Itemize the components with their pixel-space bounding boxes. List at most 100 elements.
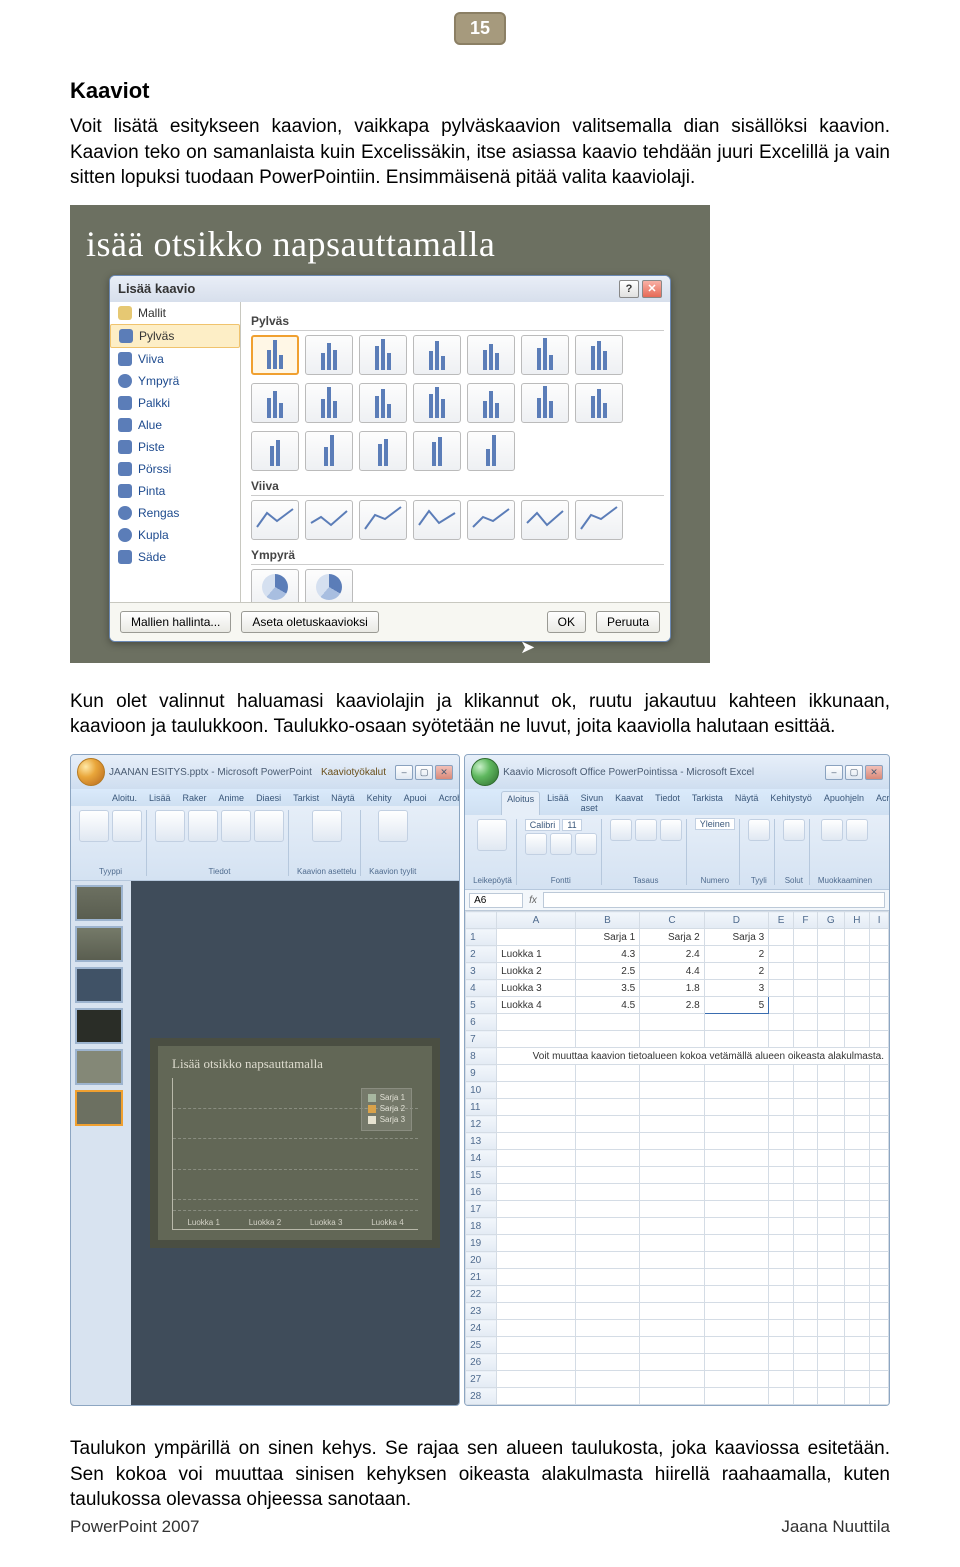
slide-editor[interactable]: Lisää otsikko napsauttamalla Sarja 1 Sar… xyxy=(131,881,459,1405)
close-icon[interactable]: ✕ xyxy=(642,280,662,298)
chart-subtype-thumb[interactable] xyxy=(467,335,515,375)
office-orb-icon[interactable] xyxy=(77,758,105,786)
chart-subtype-thumb[interactable] xyxy=(575,335,623,375)
close-icon[interactable]: ✕ xyxy=(865,765,883,780)
ribbon-tab[interactable]: Kaavat xyxy=(610,791,648,815)
ribbon-tab[interactable]: Aloitu. xyxy=(107,791,142,806)
italic-icon[interactable] xyxy=(550,833,572,855)
chart-subtype-thumb[interactable] xyxy=(305,500,353,540)
chart-subtype-thumb[interactable] xyxy=(251,569,299,602)
manage-templates-button[interactable]: Mallien hallinta... xyxy=(120,611,231,633)
chart-subtype-thumb[interactable] xyxy=(251,431,299,471)
set-default-chart-button[interactable]: Aseta oletuskaavioksi xyxy=(241,611,378,633)
quick-layout-icon[interactable] xyxy=(312,810,342,842)
chart-subtype-thumb[interactable] xyxy=(305,383,353,423)
office-orb-icon[interactable] xyxy=(471,758,499,786)
cancel-button[interactable]: Peruuta xyxy=(596,611,660,633)
formula-input[interactable] xyxy=(543,892,885,908)
ribbon-tab[interactable]: Aloitus xyxy=(501,791,540,815)
bold-icon[interactable] xyxy=(525,833,547,855)
embedded-bar-chart[interactable]: Sarja 1 Sarja 2 Sarja 3 Luokka 1 Luokka … xyxy=(172,1078,418,1230)
ribbon-tab[interactable]: Lisää xyxy=(144,791,176,806)
sidebar-item-scatter[interactable]: Piste xyxy=(110,436,240,458)
edit-data-icon[interactable] xyxy=(221,810,251,842)
select-data-icon[interactable] xyxy=(188,810,218,842)
slide-thumb[interactable] xyxy=(75,967,123,1003)
paste-icon[interactable] xyxy=(477,819,507,851)
slide-thumbnails-pane[interactable]: 1 2 3 4 5 6 xyxy=(71,881,131,1405)
ribbon-tab[interactable]: Tarkist xyxy=(288,791,324,806)
chart-subtype-thumb[interactable] xyxy=(359,335,407,375)
ribbon-tab[interactable]: Kehity xyxy=(362,791,397,806)
switch-rowcol-icon[interactable] xyxy=(155,810,185,842)
slide-thumb[interactable] xyxy=(75,926,123,962)
sidebar-item-radar[interactable]: Säde xyxy=(110,546,240,568)
name-box[interactable]: A6 xyxy=(469,893,523,908)
chart-subtype-thumb[interactable] xyxy=(413,335,461,375)
chart-subtype-thumb[interactable] xyxy=(413,383,461,423)
ribbon-tab[interactable]: Apuohjeln xyxy=(819,791,869,815)
align-center-icon[interactable] xyxy=(635,819,657,841)
ribbon-tab[interactable]: Acrob xyxy=(434,791,460,806)
sidebar-item-area[interactable]: Alue xyxy=(110,414,240,436)
number-format-combo[interactable]: Yleinen xyxy=(695,818,735,830)
ribbon-tab[interactable]: Näytä xyxy=(326,791,360,806)
sort-filter-icon[interactable] xyxy=(846,819,868,841)
worksheet-grid[interactable]: ABCDEFGHI 1 Sarja 1 Sarja 2 Sarja 3 2Luo… xyxy=(465,911,889,1405)
ribbon-tab[interactable]: Apuoi xyxy=(399,791,432,806)
maximize-icon[interactable]: ▢ xyxy=(845,765,863,780)
sidebar-item-surface[interactable]: Pinta xyxy=(110,480,240,502)
ok-button[interactable]: OK xyxy=(547,611,586,633)
chart-subtype-thumb[interactable] xyxy=(521,500,569,540)
align-right-icon[interactable] xyxy=(660,819,682,841)
insert-cells-icon[interactable] xyxy=(783,819,805,841)
chart-subtype-thumb[interactable] xyxy=(467,500,515,540)
slide-thumb[interactable] xyxy=(75,1049,123,1085)
ribbon-tab[interactable]: Kehitystyö xyxy=(765,791,817,815)
sidebar-item-bubble[interactable]: Kupla xyxy=(110,524,240,546)
chart-subtype-thumb[interactable] xyxy=(251,335,299,375)
slide-thumb[interactable] xyxy=(75,1008,123,1044)
ribbon-tab[interactable]: Raker xyxy=(178,791,212,806)
sidebar-item-doughnut[interactable]: Rengas xyxy=(110,502,240,524)
cell-styles-icon[interactable] xyxy=(748,819,770,841)
font-name-combo[interactable]: Calibri xyxy=(525,819,561,831)
chart-subtype-thumb[interactable] xyxy=(359,431,407,471)
refresh-data-icon[interactable] xyxy=(254,810,284,842)
close-icon[interactable]: ✕ xyxy=(435,765,453,780)
minimize-icon[interactable]: – xyxy=(825,765,843,780)
chart-subtype-thumb[interactable] xyxy=(413,500,461,540)
chart-subtype-thumb[interactable] xyxy=(521,383,569,423)
fx-icon[interactable]: fx xyxy=(529,895,537,906)
chart-subtype-thumb[interactable] xyxy=(467,383,515,423)
slide-title-text[interactable]: Lisää otsikko napsauttamalla xyxy=(172,1056,418,1072)
chart-subtype-thumb[interactable] xyxy=(467,431,515,471)
autosum-icon[interactable] xyxy=(821,819,843,841)
chart-subtype-thumb[interactable] xyxy=(251,500,299,540)
ribbon-tab[interactable]: Näytä xyxy=(730,791,764,815)
ribbon-tab[interactable]: Diaesi xyxy=(251,791,286,806)
maximize-icon[interactable]: ▢ xyxy=(415,765,433,780)
chart-subtype-thumb[interactable] xyxy=(305,569,353,602)
sidebar-item-pie[interactable]: Ympyrä xyxy=(110,370,240,392)
ribbon-tab[interactable]: Tarkista xyxy=(687,791,728,815)
chart-subtype-thumb[interactable] xyxy=(305,335,353,375)
quick-style-icon[interactable] xyxy=(378,810,408,842)
chart-subtype-thumb[interactable] xyxy=(359,500,407,540)
sidebar-item-column[interactable]: Pylväs xyxy=(110,324,240,348)
slide-thumb[interactable] xyxy=(75,1090,123,1126)
ribbon-tab[interactable]: Tiedot xyxy=(650,791,685,815)
chart-subtype-thumb[interactable] xyxy=(359,383,407,423)
sidebar-item-bar[interactable]: Palkki xyxy=(110,392,240,414)
align-left-icon[interactable] xyxy=(610,819,632,841)
chart-subtype-thumb[interactable] xyxy=(251,383,299,423)
save-template-icon[interactable] xyxy=(112,810,142,842)
sidebar-item-line[interactable]: Viiva xyxy=(110,348,240,370)
change-chart-type-icon[interactable] xyxy=(79,810,109,842)
chart-subtype-thumb[interactable] xyxy=(575,383,623,423)
underline-icon[interactable] xyxy=(575,833,597,855)
ribbon-tab[interactable]: Acrobat xyxy=(871,791,890,815)
sidebar-item-stock[interactable]: Pörssi xyxy=(110,458,240,480)
help-icon[interactable]: ? xyxy=(619,280,639,298)
font-size-combo[interactable]: 11 xyxy=(562,819,581,831)
